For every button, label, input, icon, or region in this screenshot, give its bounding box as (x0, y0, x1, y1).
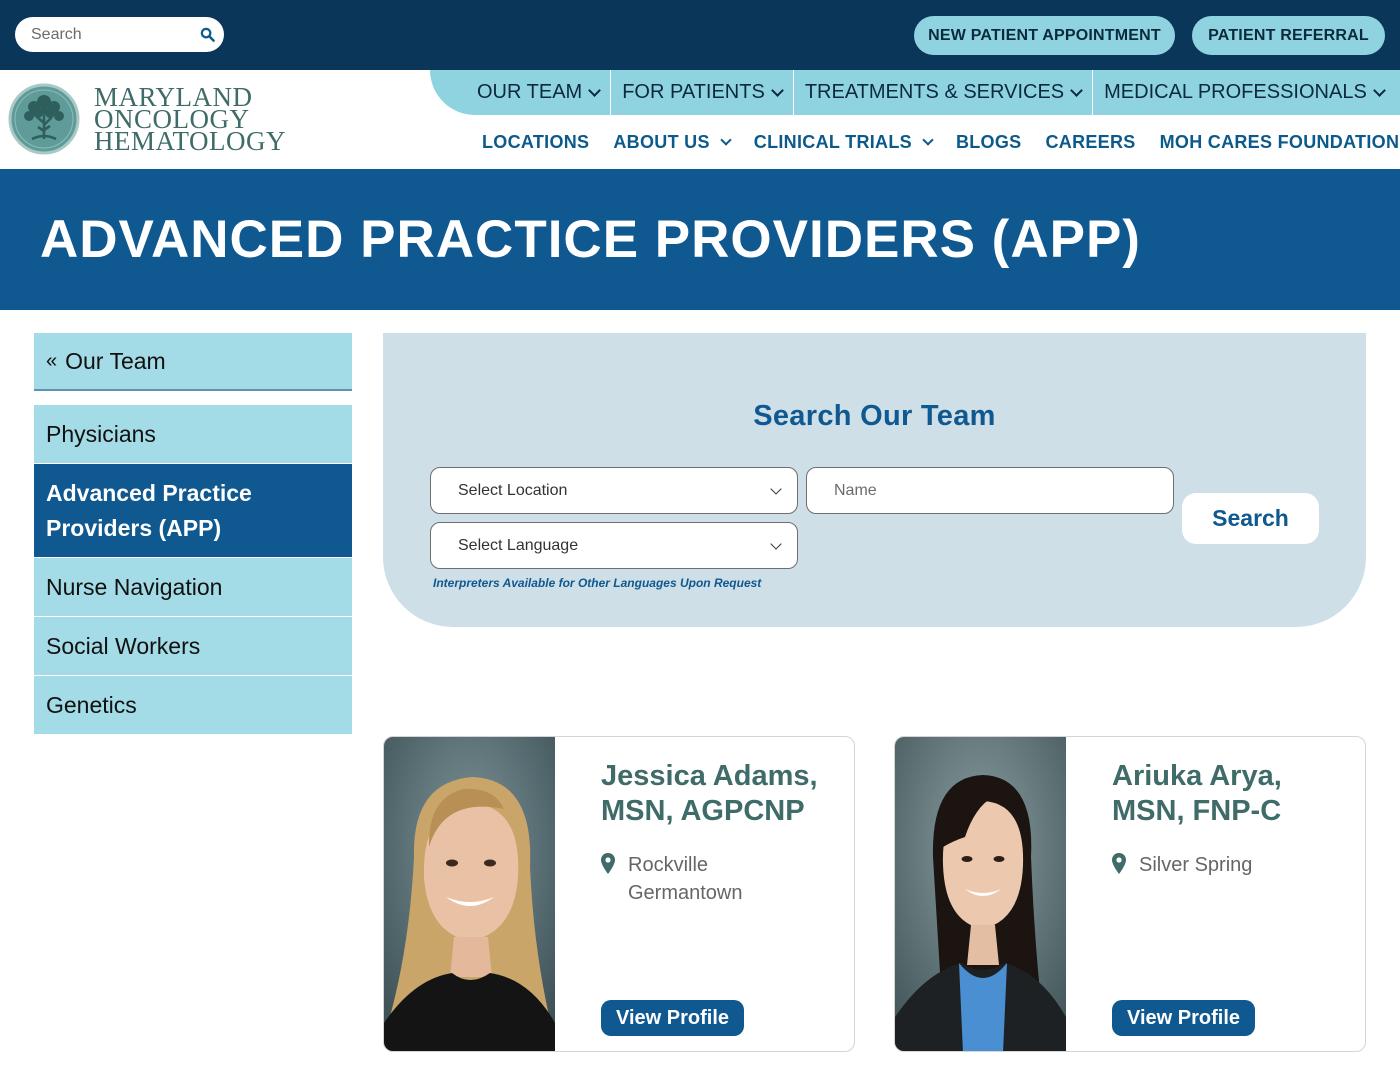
location-select[interactable]: Select Location (430, 467, 798, 514)
logo-wordmark: MARYLAND ONCOLOGY HEMATOLOGY (94, 84, 286, 156)
provider-card: Jessica Adams, MSN, AGPCNP Rockville Ger… (383, 736, 855, 1052)
sidebar-item-nurse-navigation[interactable]: Nurse Navigation (34, 558, 352, 616)
nav-clinical-trials[interactable]: CLINICAL TRIALS (753, 131, 934, 153)
sidebar-item-label: Social Workers (46, 632, 201, 659)
provider-locations: Silver Spring (1112, 851, 1252, 879)
sidebar-item-label: Our Team (65, 347, 166, 374)
chevron-down-icon (770, 83, 784, 97)
search-input[interactable] (31, 17, 201, 52)
top-bar: NEW PATIENT APPOINTMENT PATIENT REFERRAL (0, 0, 1400, 70)
chevron-down-icon (720, 133, 732, 146)
view-profile-button[interactable]: View Profile (601, 1000, 745, 1036)
view-profile-button[interactable]: View Profile (1112, 1000, 1256, 1036)
nav-careers[interactable]: CAREERS (1045, 132, 1135, 153)
nav-for-patients[interactable]: FOR PATIENTS (611, 70, 794, 115)
nav-medical-professionals[interactable]: MEDICAL PROFESSIONALS (1093, 70, 1395, 115)
site-header: MARYLAND ONCOLOGY HEMATOLOGY OUR TEAM FO… (0, 70, 1400, 169)
chevron-down-icon (1372, 83, 1386, 97)
language-select[interactable]: Select Language (430, 522, 798, 569)
provider-card: Ariuka Arya, MSN, FNP-C Silver Spring Vi… (894, 736, 1366, 1052)
location-name: Rockville (628, 854, 709, 876)
nav-moh-cares-foundation[interactable]: MOH CARES FOUNDATION (1160, 132, 1400, 153)
nav-label: MEDICAL PROFESSIONALS (1104, 81, 1367, 103)
page-title: ADVANCED PRACTICE PROVIDERS (APP) (40, 210, 1141, 269)
provider-name[interactable]: Jessica Adams, MSN, AGPCNP (601, 759, 851, 829)
language-select-value: Select Language (458, 536, 579, 554)
nav-our-team[interactable]: OUR TEAM (430, 70, 612, 115)
sidebar-item-label: Advanced Practice Providers (APP) (46, 479, 252, 541)
search-panel-title: Search Our Team (753, 400, 996, 432)
nav-about-us[interactable]: ABOUT US (613, 131, 732, 153)
nav-label: OUR TEAM (477, 81, 583, 103)
sidebar-item-label: Nurse Navigation (46, 573, 223, 600)
location-name: Silver Spring (1139, 854, 1253, 876)
nav-blogs[interactable]: BLOGS (956, 132, 1022, 153)
nav-label: ABOUT US (613, 131, 710, 152)
nav-treatments-services[interactable]: TREATMENTS & SERVICES (794, 70, 1094, 115)
site-logo[interactable]: MARYLAND ONCOLOGY HEMATOLOGY (8, 83, 286, 155)
patient-referral-button[interactable]: PATIENT REFERRAL (1192, 16, 1385, 55)
chevron-down-icon (770, 538, 782, 550)
location-select-value: Select Location (458, 481, 568, 499)
sidebar-item-social-workers[interactable]: Social Workers (34, 617, 352, 675)
provider-name[interactable]: Ariuka Arya, MSN, FNP-C (1112, 759, 1362, 829)
logo-line-3: HEMATOLOGY (94, 126, 286, 156)
location-list: Rockville Germantown (628, 851, 743, 907)
site-search (15, 17, 224, 52)
team-search-panel: Search Our Team Select Location Name Sel… (383, 333, 1366, 627)
sidebar-back-our-team[interactable]: « Our Team (34, 333, 352, 391)
map-pin-icon (601, 853, 615, 874)
tree-logo-icon (8, 83, 80, 155)
chevron-down-icon (770, 483, 782, 495)
location-name: Germantown (628, 882, 743, 904)
nav-label: FOR PATIENTS (622, 81, 765, 103)
sidebar-item-app[interactable]: Advanced Practice Providers (APP) (34, 464, 352, 557)
provider-photo[interactable] (895, 737, 1066, 1051)
chevron-down-icon (588, 83, 602, 97)
nav-locations[interactable]: LOCATIONS (482, 132, 589, 153)
search-icon[interactable] (200, 27, 215, 42)
map-pin-icon (1112, 853, 1126, 874)
sidebar-item-label: Genetics (46, 691, 137, 718)
primary-nav: OUR TEAM FOR PATIENTS TREATMENTS & SERVI… (430, 70, 1400, 115)
chevron-down-icon (922, 133, 934, 146)
sidebar-item-physicians[interactable]: Physicians (34, 405, 352, 463)
location-list: Silver Spring (1139, 851, 1252, 879)
name-input-placeholder: Name (834, 481, 877, 499)
provider-photo[interactable] (384, 737, 555, 1051)
new-patient-appointment-button[interactable]: NEW PATIENT APPOINTMENT (914, 16, 1175, 55)
nav-label: TREATMENTS & SERVICES (804, 81, 1065, 103)
chevron-down-icon (1070, 83, 1083, 97)
secondary-nav: LOCATIONS ABOUT US CLINICAL TRIALS BLOGS… (482, 130, 1399, 154)
page-hero: ADVANCED PRACTICE PROVIDERS (APP) (0, 169, 1400, 310)
team-search-button[interactable]: Search (1182, 493, 1319, 544)
name-input[interactable]: Name (806, 467, 1174, 514)
sidebar-item-label: Physicians (46, 420, 156, 447)
interpreter-note: Interpreters Available for Other Languag… (433, 576, 762, 590)
double-chevron-left-icon: « (46, 349, 58, 372)
provider-locations: Rockville Germantown (601, 851, 743, 907)
nav-label: CLINICAL TRIALS (753, 131, 912, 152)
sidebar-item-genetics[interactable]: Genetics (34, 676, 352, 734)
